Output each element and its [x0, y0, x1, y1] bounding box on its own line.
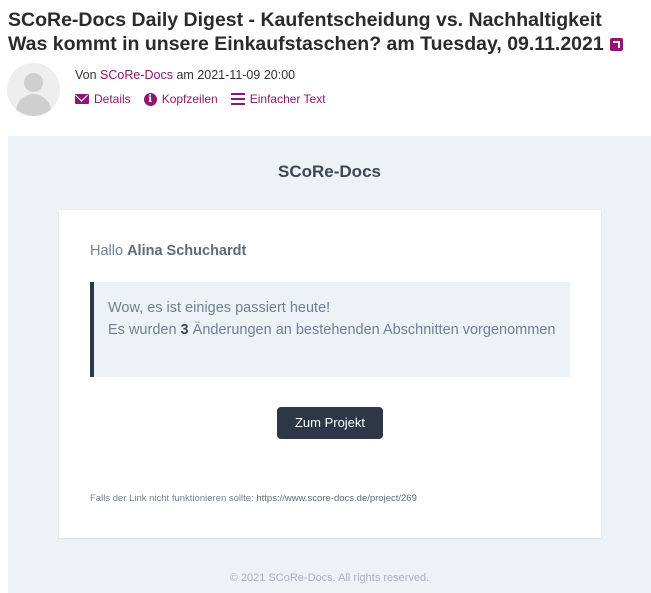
- digest-panel: Wow, es ist einiges passiert heute! Es w…: [90, 282, 570, 377]
- headers-label: Kopfzeilen: [161, 92, 218, 106]
- recipient-name: Alina Schuchardt: [127, 243, 247, 259]
- sender-meta: Von SCoRe-Docs am 2021-11-09 20:00: [75, 68, 295, 82]
- greeting-prefix: Hallo: [90, 243, 124, 259]
- panel-prefix: Es wurden: [108, 322, 177, 338]
- fallback-note: Falls der Link nicht funktionieren sollt…: [90, 493, 417, 504]
- date-prefix: am: [176, 68, 194, 82]
- panel-line-2: Es wurden 3 Änderungen an bestehenden Ab…: [108, 319, 556, 341]
- subject-text: SCoRe-Docs Daily Digest - Kaufentscheidu…: [8, 9, 604, 55]
- plain-text-button[interactable]: Einfacher Text: [230, 92, 326, 106]
- panel-suffix: Änderungen an bestehenden Abschnitten vo…: [192, 322, 556, 338]
- info-icon: i: [143, 92, 157, 106]
- sent-date: 2021-11-09 20:00: [197, 68, 296, 82]
- sender-avatar: [7, 63, 60, 116]
- copyright-footer: © 2021 SCoRe-Docs. All rights reserved.: [229, 572, 430, 584]
- from-prefix: Von: [75, 68, 97, 82]
- message-actions: Details i Kopfzeilen Einfacher Text: [75, 92, 326, 106]
- email-subject: SCoRe-Docs Daily Digest - Kaufentscheidu…: [8, 8, 644, 56]
- external-link-icon[interactable]: [609, 38, 623, 51]
- envelope-icon: [75, 94, 89, 104]
- details-button[interactable]: Details: [75, 92, 131, 106]
- lines-icon: [230, 93, 245, 105]
- headers-button[interactable]: i Kopfzeilen: [143, 92, 218, 106]
- message-card: Hallo Alina Schuchardt Wow, es ist einig…: [59, 210, 601, 538]
- greeting: Hallo Alina Schuchardt: [90, 243, 246, 259]
- fallback-link[interactable]: https://www.score-docs.de/project/269: [256, 493, 417, 504]
- change-count: 3: [180, 322, 189, 338]
- panel-line-1: Wow, es ist einiges passiert heute!: [108, 300, 331, 316]
- brand-header: SCoRe-Docs: [278, 162, 381, 181]
- message-body: SCoRe-Docs Hallo Alina Schuchardt Wow, e…: [8, 136, 651, 593]
- plain-text-label: Einfacher Text: [249, 92, 326, 106]
- zum-projekt-button[interactable]: Zum Projekt: [277, 407, 383, 439]
- details-label: Details: [94, 92, 131, 106]
- sender-link[interactable]: SCoRe-Docs: [100, 68, 173, 82]
- fallback-text: Falls der Link nicht funktionieren sollt…: [90, 493, 254, 504]
